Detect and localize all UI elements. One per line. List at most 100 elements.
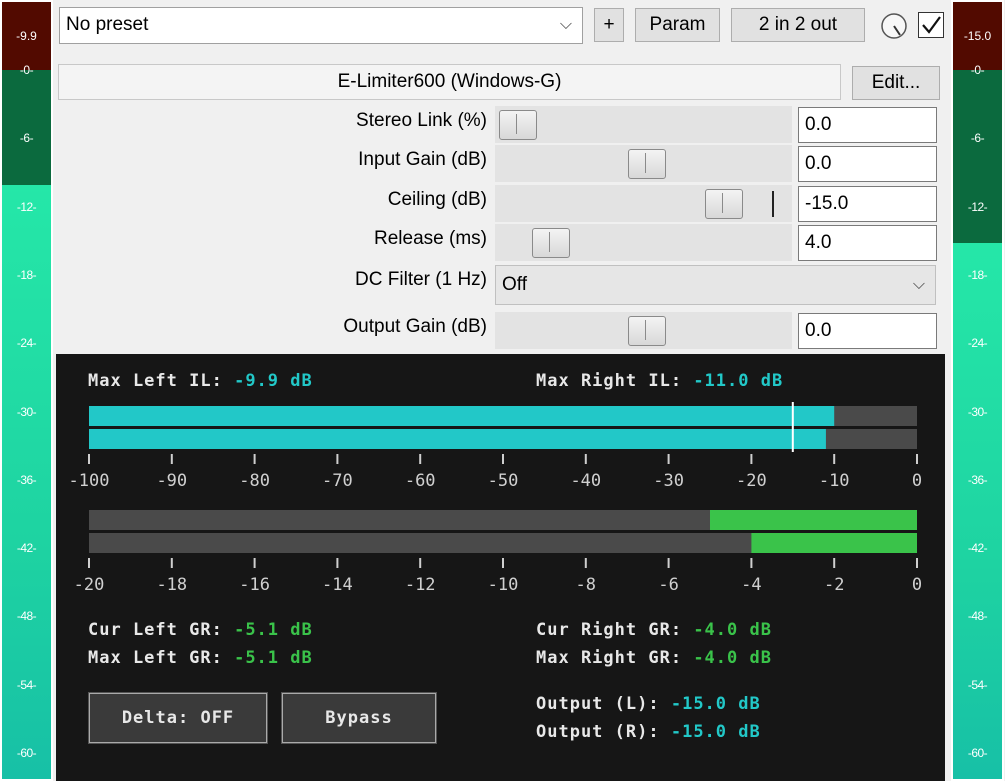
gr-right-bar (751, 533, 917, 553)
input-scale-label: -80 (239, 471, 270, 491)
input-scale-label: -30 (653, 471, 684, 491)
meter-tick-label: -6- (19, 131, 34, 146)
ceiling-value-field[interactable]: -15.0 (798, 186, 937, 222)
output-l-label: Output (L): (536, 694, 660, 714)
gr-scale-label: -2 (824, 575, 844, 595)
input-scale-label: -50 (488, 471, 519, 491)
output-gain-value-field[interactable]: 0.0 (798, 313, 937, 349)
meter-tick-label: -42- (967, 541, 988, 556)
meter-tick-label: -24- (16, 336, 37, 351)
ceiling-slider-thumb[interactable] (705, 189, 743, 219)
dc-filter-dropdown[interactable]: Off ⌵ (495, 265, 936, 305)
max-left-il: Max Left IL: -9.9 dB (88, 371, 313, 391)
cur-right-gr-value: -4.0 dB (693, 620, 772, 640)
gr-scale-label: -10 (488, 575, 519, 595)
max-left-gr-value: -5.1 dB (234, 648, 313, 668)
input-level-meter: -100 -90 -80 -70 -60 -50 -40 -30 -20 -10 0 (69, 402, 922, 491)
meter-tick-label: -36- (967, 472, 988, 487)
plugin-name-bar: E-Limiter600 (Windows-G) (58, 64, 841, 100)
input-scale-label: 0 (912, 471, 922, 491)
input-gain-slider[interactable] (495, 145, 792, 182)
meter-tick-label: -24- (967, 336, 988, 351)
meter-tick-label: -60- (967, 746, 988, 760)
right-meter-peak: -15.0 (953, 2, 1002, 70)
delta-button[interactable]: Delta: OFF (88, 692, 268, 744)
stereo-link-slider[interactable] (495, 106, 792, 143)
left-gr-readout: Cur Left GR: -5.1 dB Max Left GR: -5.1 d… (88, 616, 313, 672)
stereo-link-value-field[interactable]: 0.0 (798, 107, 937, 143)
gr-scale-label: -16 (239, 575, 270, 595)
gr-scale-label: -8 (576, 575, 596, 595)
input-gain-slider-thumb[interactable] (628, 149, 666, 179)
bypass-button[interactable]: Bypass (281, 692, 437, 744)
delta-label: Delta: OFF (121, 708, 235, 728)
right-gr-readout: Cur Right GR: -4.0 dB Max Right GR: -4.0… (536, 616, 772, 672)
meter-tick-label: -42- (16, 541, 37, 556)
stereo-link-label: Stereo Link (%) (356, 110, 487, 131)
gr-scale-label: -14 (322, 575, 353, 595)
dc-filter-label: DC Filter (1 Hz) (355, 269, 487, 290)
input-scale-label: -100 (69, 471, 110, 491)
max-right-gr-label: Max Right GR: (536, 648, 683, 668)
gr-scale-label: -12 (405, 575, 436, 595)
input-scale-label: -60 (405, 471, 436, 491)
plugin-title: E-Limiter600 (Windows-G) (337, 71, 562, 92)
max-left-il-value: -9.9 dB (234, 371, 313, 391)
meter-tick-label: -18- (16, 267, 37, 282)
checkmark-icon (922, 16, 941, 34)
release-value-field[interactable]: 4.0 (798, 225, 937, 261)
cur-left-gr-label: Cur Left GR: (88, 620, 223, 640)
max-right-gr-value: -4.0 dB (693, 648, 772, 668)
gr-scale-label: -4 (741, 575, 761, 595)
io-label: 2 in 2 out (758, 14, 838, 35)
meter-tick-label: -12- (16, 199, 37, 214)
right-output-meter: -15.0 -0- -6- -12- -18- -24- -30- -36- -42- -48-… (951, 0, 1004, 781)
enable-checkbox[interactable] (918, 12, 944, 38)
preset-value: No preset (66, 14, 149, 35)
output-gain-slider-thumb[interactable] (628, 316, 666, 346)
add-preset-button[interactable]: + (594, 8, 624, 42)
right-meter-level (953, 242, 1002, 779)
param-button[interactable]: Param (635, 8, 720, 42)
release-label: Release (ms) (374, 228, 487, 249)
left-meter-peak: -9.9 (2, 2, 51, 70)
limiter-display: Max Left IL: -9.9 dB Max Right IL: -11.0… (56, 354, 945, 781)
io-routing-button[interactable]: 2 in 2 out (731, 8, 865, 42)
output-r-value: -15.0 dB (670, 722, 761, 742)
release-slider[interactable] (495, 224, 792, 261)
ceiling-slider[interactable] (495, 185, 792, 222)
output-l-value: -15.0 dB (670, 694, 761, 714)
input-gain-label: Input Gain (dB) (358, 149, 487, 170)
max-right-il-label: Max Right IL: (536, 371, 683, 391)
meter-tick-label: -54- (967, 677, 988, 692)
output-r-label: Output (R): (536, 722, 660, 742)
input-gain-value-field[interactable]: 0.0 (798, 146, 937, 182)
wet-dry-knob-icon[interactable] (879, 11, 909, 41)
dc-filter-value: Off (502, 274, 527, 295)
meter-tick-label: -54- (16, 677, 37, 692)
output-gain-label: Output Gain (dB) (343, 316, 487, 337)
cur-left-gr-value: -5.1 dB (234, 620, 313, 640)
input-left-bar (89, 406, 835, 426)
chevron-down-icon: ⌵ (559, 16, 572, 33)
output-gain-slider[interactable] (495, 312, 792, 349)
meter-tick-label: -30- (16, 404, 37, 419)
input-right-bar (89, 429, 826, 449)
max-left-gr-label: Max Left GR: (88, 648, 223, 668)
stereo-link-slider-thumb[interactable] (499, 110, 537, 140)
preset-dropdown[interactable]: No preset ⌵ (59, 7, 583, 44)
meter-tick-label: -48- (16, 609, 37, 624)
max-left-il-label: Max Left IL: (88, 371, 223, 391)
meter-tick-label: -0- (19, 63, 34, 77)
release-slider-thumb[interactable] (532, 228, 570, 258)
gr-left-bar (710, 510, 917, 530)
meter-tick-label: -6- (970, 131, 985, 146)
left-output-meter: -9.9 -0- -6- -12- -18- -24- -30- -36- -42- -48- -… (0, 0, 53, 781)
meter-tick-label: -18- (967, 267, 988, 282)
gr-scale-label: -18 (156, 575, 187, 595)
output-readout: Output (L): -15.0 dB Output (R): -15.0 d… (536, 690, 761, 746)
edit-button[interactable]: Edit... (852, 66, 940, 100)
edit-label: Edit... (871, 72, 921, 93)
max-right-il-value: -11.0 dB (693, 371, 784, 391)
max-right-il: Max Right IL: -11.0 dB (536, 371, 783, 391)
